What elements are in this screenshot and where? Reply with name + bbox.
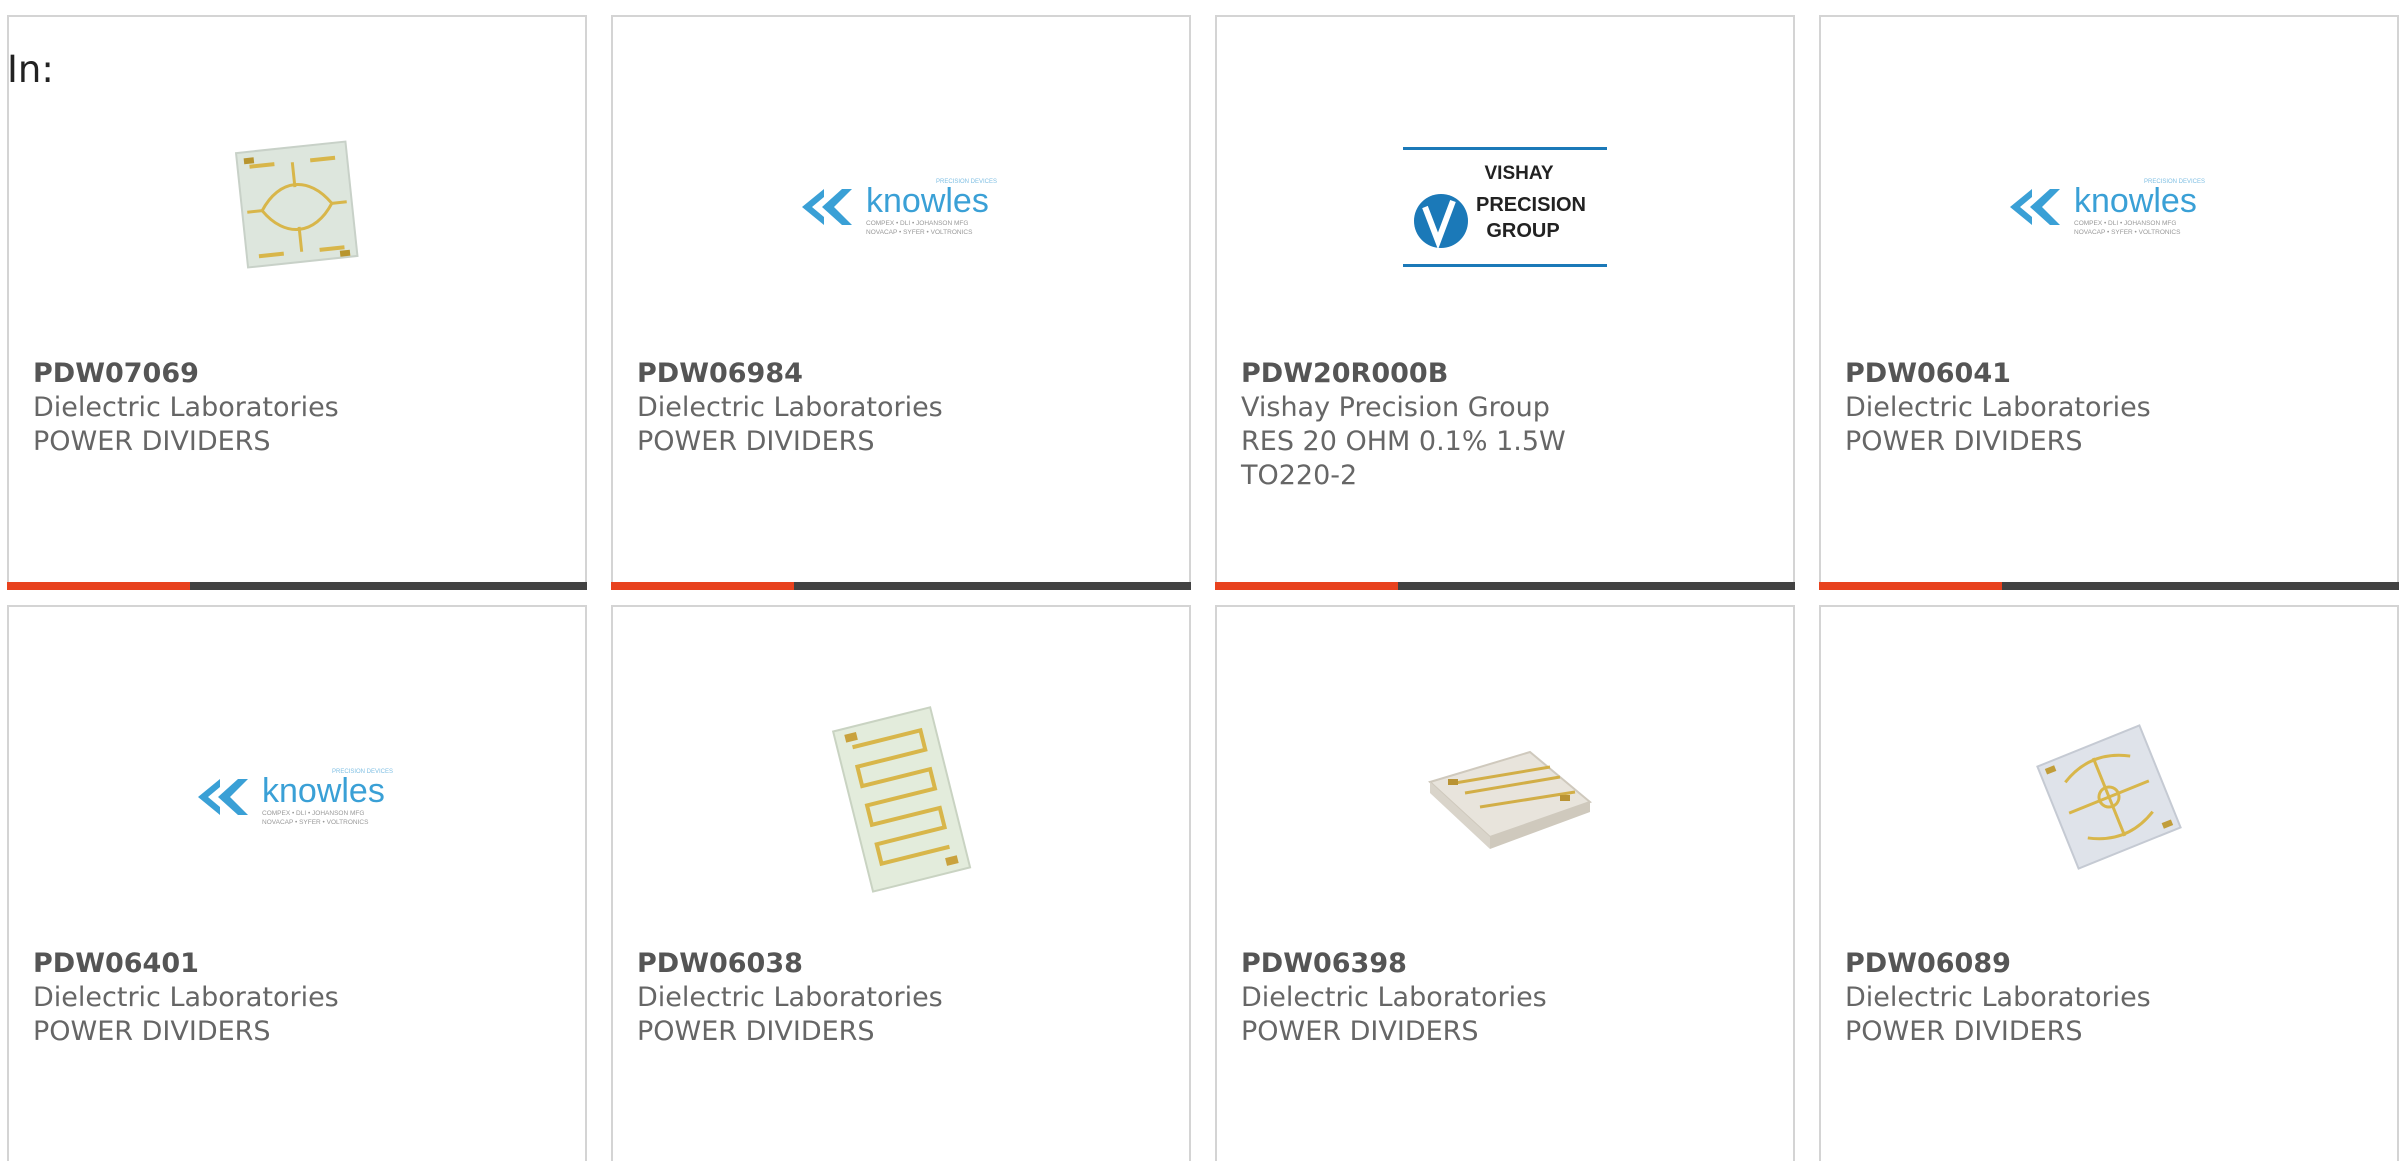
part-number-link[interactable]: PDW06984 <box>637 357 1057 391</box>
product-info: PDW20R000B Vishay Precision Group RES 20… <box>1241 357 1661 493</box>
product-card[interactable]: PDW06398 Dielectric Laboratories POWER D… <box>1215 605 1795 1161</box>
product-info: PDW06984 Dielectric Laboratories POWER D… <box>637 357 1057 459</box>
svg-text:COMPEX • DLI • JOHANSON MFG: COMPEX • DLI • JOHANSON MFG <box>2074 220 2176 227</box>
card-bottom-bar <box>1215 582 1795 590</box>
part-number-link[interactable]: PDW20R000B <box>1241 357 1661 391</box>
manufacturer-name: Dielectric Laboratories <box>33 982 339 1013</box>
svg-text:COMPEX • DLI • JOHANSON MFG: COMPEX • DLI • JOHANSON MFG <box>866 220 968 227</box>
product-description: POWER DIVIDERS <box>637 1016 875 1047</box>
part-number-link[interactable]: PDW06089 <box>1845 947 2265 981</box>
part-number-link[interactable]: PDW07069 <box>33 357 453 391</box>
product-description: RES 20 OHM 0.1% 1.5W TO220-2 <box>1241 426 1566 491</box>
manufacturer-name: Dielectric Laboratories <box>637 392 943 423</box>
filter-in-label: In: <box>7 48 54 91</box>
product-description: POWER DIVIDERS <box>1845 1016 2083 1047</box>
knowles-logo-name: knowles <box>2074 182 2197 220</box>
card-bottom-bar <box>611 582 1191 590</box>
manufacturer-name: Dielectric Laboratories <box>637 982 943 1013</box>
manufacturer-name: Vishay Precision Group <box>1241 392 1550 423</box>
product-image[interactable] <box>1821 697 2397 897</box>
product-card[interactable]: VISHAY PRECISION GROUP PDW20R000B Vishay… <box>1215 15 1795 590</box>
svg-text:GROUP: GROUP <box>1486 220 1559 242</box>
svg-text:PRECISION DEVICES: PRECISION DEVICES <box>332 769 393 775</box>
card-bottom-bar <box>1819 582 2399 590</box>
product-image[interactable]: knowles PRECISION DEVICES COMPEX • DLI •… <box>1821 107 2397 307</box>
product-card[interactable]: knowles PRECISION DEVICES COMPEX • DLI •… <box>7 605 587 1161</box>
product-card[interactable]: knowles PRECISION DEVICES COMPEX • DLI •… <box>1819 15 2399 590</box>
product-image[interactable] <box>1217 697 1793 897</box>
part-number-link[interactable]: PDW06038 <box>637 947 1057 981</box>
product-image[interactable]: knowles PRECISION DEVICES COMPEX • DLI •… <box>613 107 1189 307</box>
manufacturer-name: Dielectric Laboratories <box>1241 982 1547 1013</box>
card-accent-bar <box>611 582 794 590</box>
manufacturer-name: Dielectric Laboratories <box>33 392 339 423</box>
knowles-logo-image: knowles PRECISION DEVICES COMPEX • DLI •… <box>802 179 997 236</box>
product-grid-page: In: PDW07069 Dielectric Laboratories POW… <box>0 0 2400 1161</box>
product-description: POWER DIVIDERS <box>637 426 875 457</box>
svg-text:PRECISION DEVICES: PRECISION DEVICES <box>2144 179 2205 185</box>
product-image[interactable] <box>613 697 1189 897</box>
product-description: POWER DIVIDERS <box>33 1016 271 1047</box>
product-info: PDW06401 Dielectric Laboratories POWER D… <box>33 947 453 1049</box>
product-card[interactable]: knowles PRECISION DEVICES COMPEX • DLI •… <box>611 15 1191 590</box>
svg-text:PRECISION DEVICES: PRECISION DEVICES <box>936 179 997 185</box>
product-description: POWER DIVIDERS <box>33 426 271 457</box>
svg-text:COMPEX • DLI • JOHANSON MFG: COMPEX • DLI • JOHANSON MFG <box>262 810 364 817</box>
manufacturer-name: Dielectric Laboratories <box>1845 982 2151 1013</box>
product-image[interactable] <box>9 107 585 307</box>
product-info: PDW06038 Dielectric Laboratories POWER D… <box>637 947 1057 1049</box>
product-card[interactable]: PDW06089 Dielectric Laboratories POWER D… <box>1819 605 2399 1161</box>
product-description: POWER DIVIDERS <box>1845 426 2083 457</box>
part-number-link[interactable]: PDW06398 <box>1241 947 1661 981</box>
product-info: PDW06041 Dielectric Laboratories POWER D… <box>1845 357 2265 459</box>
product-info: PDW07069 Dielectric Laboratories POWER D… <box>33 357 453 459</box>
manufacturer-name: Dielectric Laboratories <box>1845 392 2151 423</box>
vishay-logo-image: VISHAY PRECISION GROUP <box>1403 147 1607 267</box>
product-info: PDW06398 Dielectric Laboratories POWER D… <box>1241 947 1661 1049</box>
svg-text:VISHAY: VISHAY <box>1485 163 1554 184</box>
square-chip-splitter-image <box>234 140 359 269</box>
product-image[interactable]: knowles PRECISION DEVICES COMPEX • DLI •… <box>9 697 585 897</box>
product-card[interactable]: PDW06038 Dielectric Laboratories POWER D… <box>611 605 1191 1161</box>
part-number-link[interactable]: PDW06041 <box>1845 357 2265 391</box>
square-chip-splitter-image <box>2036 724 2182 870</box>
knowles-logo-image: knowles PRECISION DEVICES COMPEX • DLI •… <box>2010 179 2205 236</box>
svg-text:PRECISION: PRECISION <box>1476 194 1586 216</box>
svg-text:NOVACAP • SYFER • VOLTRONICS: NOVACAP • SYFER • VOLTRONICS <box>262 819 369 826</box>
product-info: PDW06089 Dielectric Laboratories POWER D… <box>1845 947 2265 1049</box>
svg-text:NOVACAP • SYFER • VOLTRONICS: NOVACAP • SYFER • VOLTRONICS <box>866 229 973 236</box>
product-image[interactable]: VISHAY PRECISION GROUP <box>1217 107 1793 307</box>
product-description: POWER DIVIDERS <box>1241 1016 1479 1047</box>
card-accent-bar <box>1819 582 2002 590</box>
meander-chip-image <box>831 706 972 893</box>
knowles-logo-name: knowles <box>262 772 385 810</box>
svg-text:NOVACAP • SYFER • VOLTRONICS: NOVACAP • SYFER • VOLTRONICS <box>2074 229 2181 236</box>
card-accent-bar <box>7 582 190 590</box>
knowles-logo-image: knowles PRECISION DEVICES COMPEX • DLI •… <box>198 769 393 826</box>
product-card[interactable]: PDW07069 Dielectric Laboratories POWER D… <box>7 15 587 590</box>
part-number-link[interactable]: PDW06401 <box>33 947 453 981</box>
card-accent-bar <box>1215 582 1398 590</box>
knowles-logo-name: knowles <box>866 182 989 220</box>
card-bottom-bar <box>7 582 587 590</box>
block-chip-image <box>1428 750 1592 849</box>
